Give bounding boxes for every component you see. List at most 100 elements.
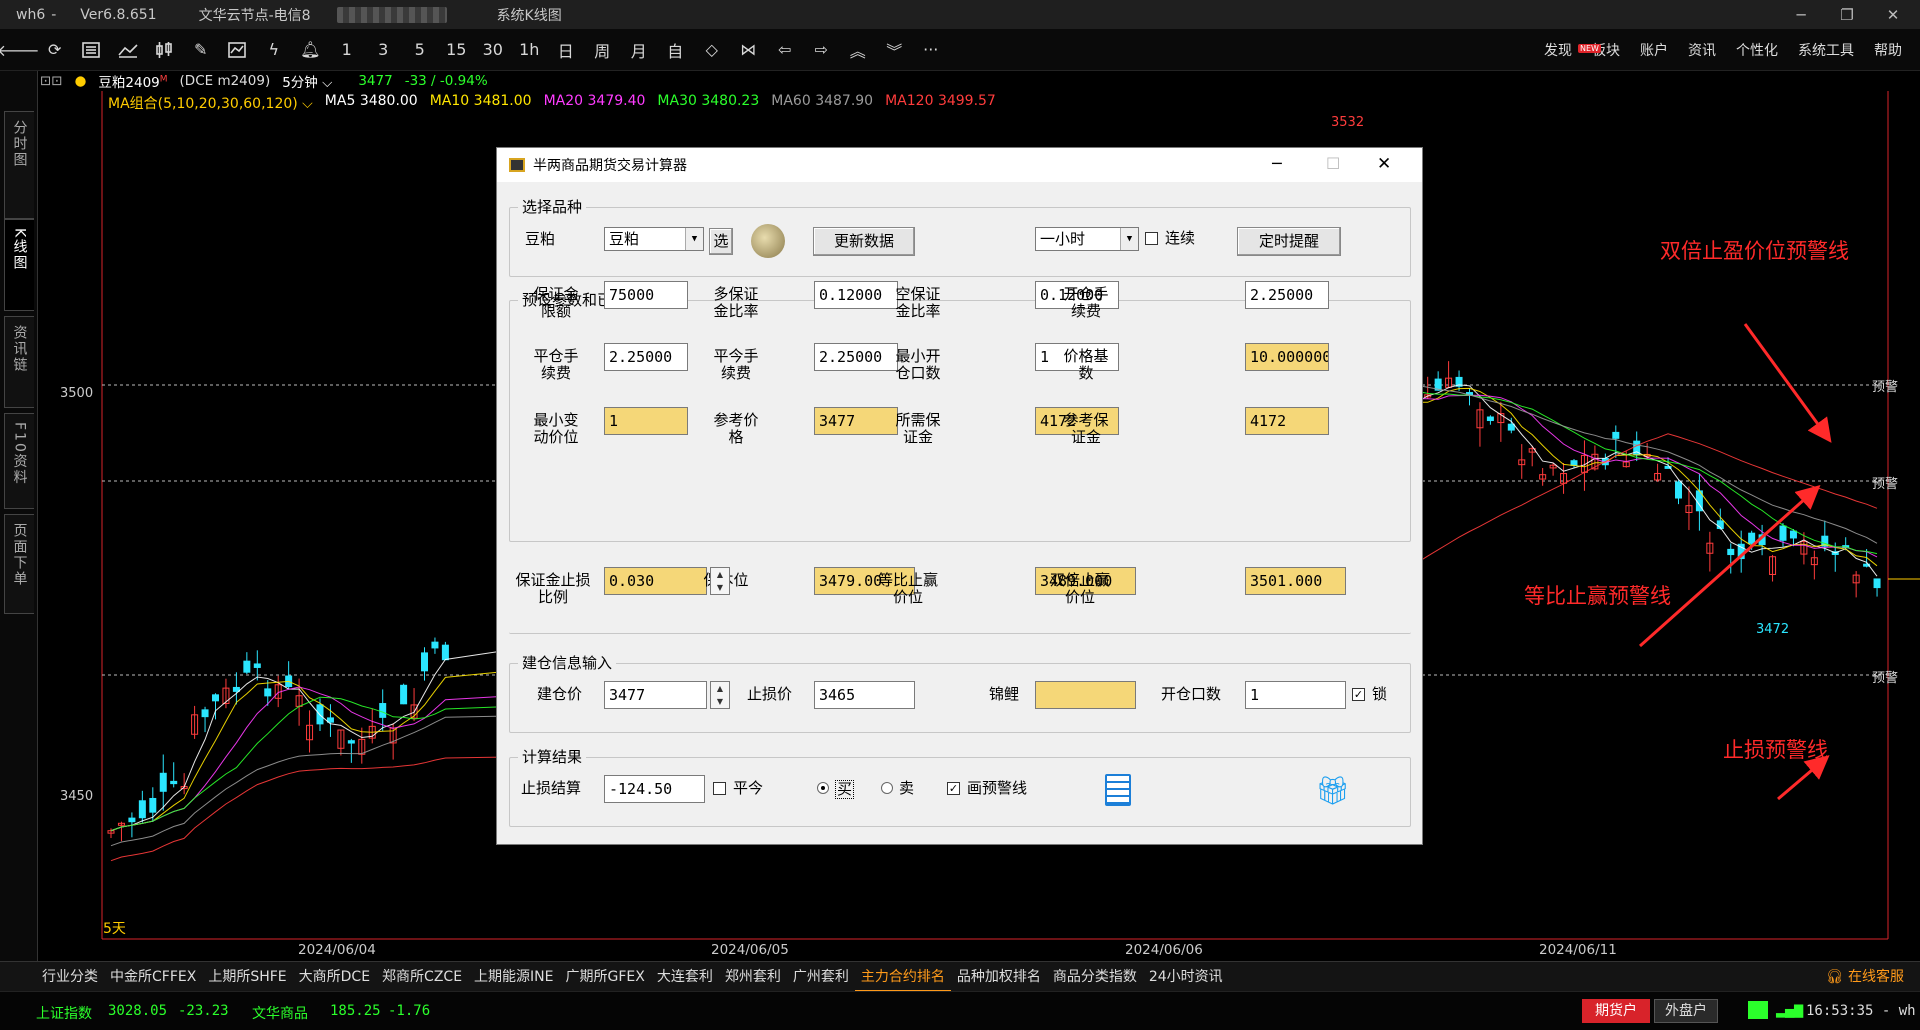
tab-news-chain[interactable]: 资讯链 — [4, 316, 34, 408]
koi-input[interactable] — [1035, 681, 1136, 709]
futures-account-button[interactable]: 期货户 — [1582, 999, 1650, 1023]
minimize-icon[interactable]: ─ — [1778, 0, 1824, 29]
exchange-tab-13[interactable]: 24小时资讯 — [1143, 962, 1229, 992]
zoom-out-icon[interactable]: ⋈ — [730, 29, 767, 71]
timer-reminder-button[interactable]: 定时提醒 — [1237, 227, 1341, 256]
buy-radio[interactable] — [817, 782, 829, 794]
stop-price-input[interactable]: 3465 — [814, 681, 915, 709]
foreign-account-button[interactable]: 外盘户 — [1654, 999, 1718, 1023]
open-price-spinner[interactable]: ▲ ▼ — [710, 681, 730, 709]
period-select[interactable]: 5分钟 ⌵ — [282, 71, 332, 91]
more-icon[interactable]: ··· — [913, 29, 950, 71]
continuous-label: 连续 — [1165, 229, 1196, 247]
exchange-tab-4[interactable]: 郑商所CZCE — [376, 962, 468, 992]
period-month[interactable]: 月 — [621, 29, 658, 71]
restore-icon[interactable]: ❐ — [1824, 0, 1870, 29]
symbol-select[interactable]: 豆粕 ▼ — [604, 227, 704, 251]
line-chart-icon[interactable] — [110, 29, 147, 71]
exchange-tab-0[interactable]: 行业分类 — [36, 962, 104, 992]
scroll-left-icon[interactable]: ⇦ — [767, 29, 804, 71]
exchange-tab-7[interactable]: 大连套利 — [651, 962, 719, 992]
window-title: 系统K线图 — [496, 7, 562, 24]
period-day[interactable]: 日 — [548, 29, 585, 71]
continuous-checkbox[interactable] — [1145, 232, 1158, 245]
update-data-button[interactable]: 更新数据 — [813, 227, 915, 256]
sell-radio[interactable] — [881, 782, 893, 794]
notes-icon[interactable] — [1105, 774, 1131, 806]
period-30[interactable]: 30 — [475, 29, 512, 71]
ratio-spinner[interactable]: ▲ ▼ — [710, 567, 730, 595]
candle-icon[interactable] — [146, 29, 183, 71]
exchange-tab-1[interactable]: 中金所CFFEX — [104, 962, 202, 992]
draw-tool-icon[interactable]: ✎ — [183, 29, 220, 71]
exchange-tab-5[interactable]: 上期能源INE — [468, 962, 559, 992]
param-input-3[interactable]: 2.25000 — [1245, 281, 1329, 309]
period-15[interactable]: 15 — [438, 29, 475, 71]
x-label-0605: 2024/06/05 — [711, 942, 789, 958]
gift-icon[interactable]: 🎁︎ — [1315, 776, 1351, 806]
exchange-tab-11[interactable]: 品种加权排名 — [951, 962, 1047, 992]
ratio-input-3[interactable]: 3501.000 — [1245, 567, 1346, 595]
tab-f10[interactable]: F10资料 — [4, 413, 34, 509]
period-5[interactable]: 5 — [402, 29, 439, 71]
report-icon[interactable] — [73, 29, 110, 71]
param-input-8[interactable]: 1 — [604, 407, 688, 435]
dialog-minimize-icon[interactable]: ─ — [1272, 154, 1282, 173]
param-input-9[interactable]: 3477 — [814, 407, 898, 435]
param-input-0[interactable]: 75000 — [604, 281, 688, 309]
menu-news[interactable]: 资讯 — [1688, 40, 1716, 60]
menu-account[interactable]: 账户 — [1640, 40, 1668, 60]
exchange-tab-8[interactable]: 郑州套利 — [719, 962, 787, 992]
back-arrow-icon[interactable]: 🡐 — [0, 29, 40, 71]
period-dropdown[interactable]: 一小时 ▼ — [1035, 227, 1139, 251]
down-icon[interactable]: ︾ — [876, 29, 913, 71]
param-input-7[interactable]: 10.000000 — [1245, 343, 1329, 371]
dialog-maximize-icon[interactable]: ☐ — [1326, 154, 1340, 173]
param-input-5[interactable]: 2.25000 — [814, 343, 898, 371]
lots-input[interactable]: 1 — [1245, 681, 1346, 709]
exchange-tab-12[interactable]: 商品分类指数 — [1047, 962, 1143, 992]
ma-combo-select[interactable]: MA组合(5,10,20,30,60,120) ⌵ — [108, 93, 313, 112]
flash-icon[interactable]: ϟ — [256, 29, 293, 71]
pick-button[interactable]: 选 — [709, 228, 733, 255]
menu-personalize[interactable]: 个性化 — [1736, 40, 1778, 60]
draw-lines-checkbox[interactable]: ✓ — [947, 782, 960, 795]
period-1h[interactable]: 1h — [511, 29, 548, 71]
exchange-tab-6[interactable]: 广期所GFEX — [560, 962, 651, 992]
tab-order[interactable]: 页面下单 — [4, 514, 34, 614]
period-custom[interactable]: 自 — [657, 29, 694, 71]
period-3[interactable]: 3 — [365, 29, 402, 71]
param-input-1[interactable]: 0.12000 — [814, 281, 898, 309]
menu-system-tools[interactable]: 系统工具 — [1798, 40, 1854, 60]
close-today-checkbox[interactable] — [713, 782, 726, 795]
online-service[interactable]: 🎧︎ 在线客服 — [1826, 962, 1904, 992]
exchange-tab-10[interactable]: 主力合约排名 — [854, 962, 951, 992]
chart-window-icon[interactable] — [219, 29, 256, 71]
menu-help[interactable]: 帮助 — [1874, 40, 1902, 60]
monitor-icon[interactable] — [1748, 1001, 1768, 1019]
scroll-right-icon[interactable]: ⇨ — [803, 29, 840, 71]
candle-body — [431, 641, 439, 649]
exchange-tab-3[interactable]: 大商所DCE — [293, 962, 376, 992]
status-bar: 上证指数 3028.05 -23.23 文华商品 185.25 -1.76 期货… — [0, 991, 1920, 1030]
lock-checkbox[interactable]: ✓ — [1352, 688, 1365, 701]
period-1[interactable]: 1 — [329, 29, 366, 71]
period-week[interactable]: 周 — [584, 29, 621, 71]
zoom-in-icon[interactable]: ◇ — [694, 29, 731, 71]
menu-discover[interactable]: 发现 NEW — [1544, 40, 1601, 60]
tab-kline[interactable]: K线图 — [4, 219, 34, 311]
chart-info-bar: ⊡⊡ ● 豆粕2409M (DCE m2409) 5分钟 ⌵ 3477 -33 … — [40, 71, 488, 91]
tab-timeshare[interactable]: 分时图 — [4, 111, 34, 219]
open-price-input[interactable]: 3477 — [604, 681, 707, 709]
close-icon[interactable]: ✕ — [1870, 0, 1916, 29]
param-input-11[interactable]: 4172 — [1245, 407, 1329, 435]
moon-icon[interactable] — [751, 224, 785, 258]
bell-icon[interactable]: 🔔︎ — [292, 29, 329, 71]
exchange-tab-9[interactable]: 广州套利 — [787, 962, 855, 992]
exchange-tab-2[interactable]: 上期所SHFE — [202, 962, 292, 992]
ratio-input-0[interactable]: 0.030 — [604, 567, 707, 595]
refresh-icon[interactable]: ⟳ — [37, 29, 74, 71]
up-icon[interactable]: ︽ — [840, 29, 877, 71]
dialog-close-icon[interactable]: ✕ — [1377, 154, 1391, 174]
param-input-4[interactable]: 2.25000 — [604, 343, 688, 371]
